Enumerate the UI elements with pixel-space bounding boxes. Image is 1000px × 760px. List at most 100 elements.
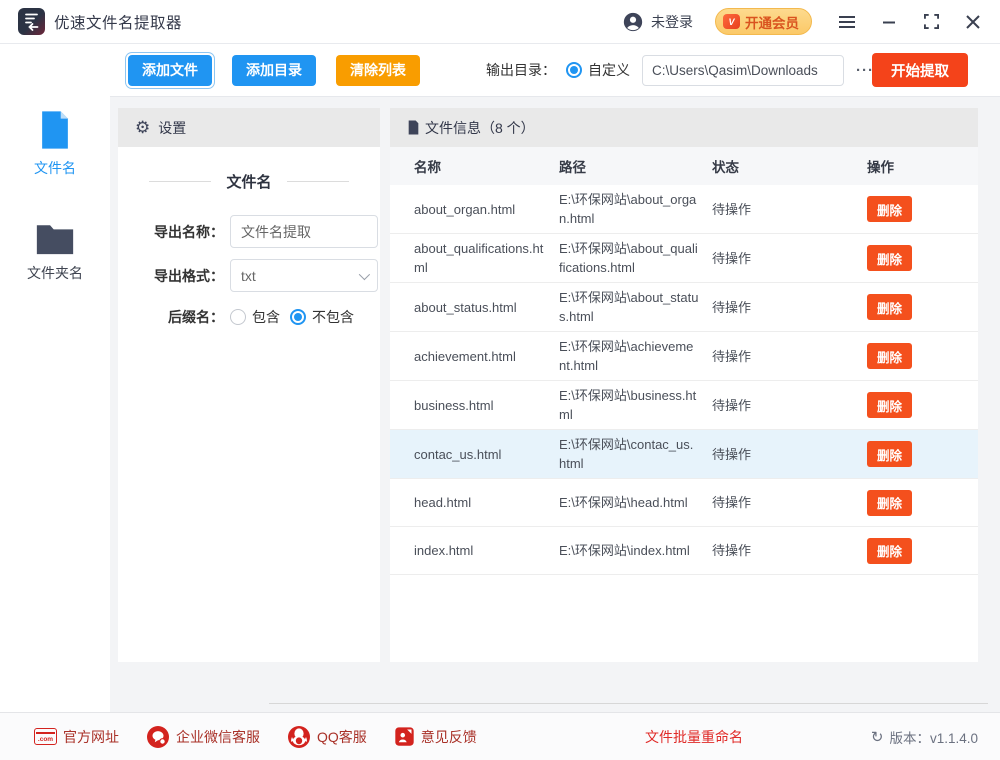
footer-link-label: 官方网址	[63, 727, 119, 747]
file-status-cell: 待操作	[712, 195, 867, 224]
file-status-cell: 待操作	[712, 342, 867, 371]
add-file-button[interactable]: 添加文件	[128, 55, 212, 86]
table-row[interactable]: about_qualifications.html E:\环保网站\about_…	[390, 234, 978, 283]
app-window: 优速文件名提取器 未登录 V 开通会员	[0, 0, 1000, 760]
file-name-cell: index.html	[414, 536, 559, 565]
minimize-button[interactable]	[880, 13, 898, 31]
suffix-label: 后缀名：	[138, 307, 224, 327]
export-name-input[interactable]	[230, 215, 378, 248]
file-name-cell: contac_us.html	[414, 440, 559, 469]
action-cell: 删除	[867, 533, 978, 569]
action-cell: 删除	[867, 240, 978, 276]
column-header-action: 操作	[867, 156, 978, 176]
footer-link-label: 意见反馈	[421, 727, 477, 747]
settings-header-label: 设置	[158, 118, 186, 138]
open-vip-button[interactable]: V 开通会员	[715, 8, 812, 35]
sidebar-item-foldername[interactable]: 文件夹名	[27, 222, 83, 283]
main-content: ⚙ 设置 文件名 导出名称： 导出格式： txt 后缀名：	[110, 97, 1000, 712]
delete-button[interactable]: 删除	[867, 245, 912, 271]
login-status: 未登录	[651, 12, 693, 32]
file-icon	[37, 110, 73, 150]
add-directory-button[interactable]: 添加目录	[232, 55, 316, 86]
toolbar: 添加文件 添加目录 清除列表 输出目录： 自定义 ··· 开始提取	[0, 44, 1000, 97]
wechat-support-link[interactable]: 企业微信客服	[146, 725, 260, 749]
file-info-panel: 文件信息（8 个） 名称 路径 状态 操作 about_organ.html E…	[390, 108, 978, 662]
user-avatar-icon	[622, 11, 644, 33]
file-name-cell: achievement.html	[414, 342, 559, 371]
file-path-cell: E:\环保网站\business.html	[559, 381, 712, 429]
action-cell: 删除	[867, 436, 978, 472]
suffix-exclude-radio[interactable]	[290, 309, 306, 325]
table-row[interactable]: about_organ.html E:\环保网站\about_organ.htm…	[390, 185, 978, 234]
export-name-label: 导出名称：	[138, 222, 224, 242]
column-header-status: 状态	[712, 156, 867, 176]
file-path-cell: E:\环保网站\contac_us.html	[559, 430, 712, 478]
clear-list-button[interactable]: 清除列表	[336, 55, 420, 86]
file-status-cell: 待操作	[712, 488, 867, 517]
delete-button[interactable]: 删除	[867, 343, 912, 369]
horizontal-scroll-track[interactable]	[269, 703, 988, 704]
sidebar: 文件名 文件夹名	[0, 44, 110, 712]
file-name-cell: about_status.html	[414, 293, 559, 322]
delete-button[interactable]: 删除	[867, 490, 912, 516]
feedback-doc-icon	[394, 726, 415, 747]
column-header-name: 名称	[414, 156, 559, 176]
vip-label: 开通会员	[745, 12, 799, 32]
batch-rename-link[interactable]: 文件批量重命名	[645, 727, 743, 747]
settings-panel: ⚙ 设置 文件名 导出名称： 导出格式： txt 后缀名：	[118, 108, 380, 662]
output-path-input[interactable]	[642, 55, 844, 86]
official-site-link[interactable]: .com 官方网址	[34, 727, 119, 747]
app-logo-icon	[18, 8, 45, 35]
document-icon	[407, 120, 420, 135]
feedback-link[interactable]: 意见反馈	[394, 726, 477, 747]
version-box: ↻ 版本：v1.1.4.0	[871, 727, 978, 747]
file-path-cell: E:\环保网站\about_organ.html	[559, 185, 712, 233]
suffix-exclude-label: 不包含	[312, 307, 354, 327]
custom-radio[interactable]	[566, 62, 582, 78]
export-format-label: 导出格式：	[138, 266, 224, 286]
table-row[interactable]: contac_us.html E:\环保网站\contac_us.html 待操…	[390, 430, 978, 479]
delete-button[interactable]: 删除	[867, 294, 912, 320]
user-login[interactable]: 未登录	[622, 11, 693, 33]
suffix-include-label: 包含	[252, 307, 280, 327]
action-cell: 删除	[867, 485, 978, 521]
gear-icon: ⚙	[135, 119, 150, 136]
file-path-cell: E:\环保网站\achievement.html	[559, 332, 712, 380]
delete-button[interactable]: 删除	[867, 441, 912, 467]
delete-button[interactable]: 删除	[867, 196, 912, 222]
sidebar-item-filename[interactable]: 文件名	[34, 110, 76, 178]
refresh-icon[interactable]: ↻	[871, 728, 884, 746]
maximize-button[interactable]	[922, 13, 940, 31]
file-name-cell: business.html	[414, 391, 559, 420]
footer-link-label: 企业微信客服	[176, 727, 260, 747]
version-text: 版本：v1.1.4.0	[889, 727, 978, 747]
table-row[interactable]: achievement.html E:\环保网站\achievement.htm…	[390, 332, 978, 381]
file-status-cell: 待操作	[712, 391, 867, 420]
title-bar: 优速文件名提取器 未登录 V 开通会员	[0, 0, 1000, 44]
table-row[interactable]: index.html E:\环保网站\index.html 待操作 删除	[390, 527, 978, 575]
custom-radio-label: 自定义	[588, 60, 630, 80]
start-extract-button[interactable]: 开始提取	[872, 53, 968, 87]
file-status-cell: 待操作	[712, 293, 867, 322]
action-cell: 删除	[867, 191, 978, 227]
table-header-row: 名称 路径 状态 操作	[390, 147, 978, 185]
export-format-select[interactable]: txt	[230, 259, 378, 292]
suffix-include-radio[interactable]	[230, 309, 246, 325]
file-path-cell: E:\环保网站\index.html	[559, 536, 712, 565]
column-header-path: 路径	[559, 156, 712, 176]
app-title: 优速文件名提取器	[54, 11, 182, 33]
file-status-cell: 待操作	[712, 440, 867, 469]
output-dir-label: 输出目录：	[486, 60, 556, 80]
delete-button[interactable]: 删除	[867, 538, 912, 564]
menu-icon[interactable]	[838, 13, 856, 31]
table-row[interactable]: head.html E:\环保网站\head.html 待操作 删除	[390, 479, 978, 527]
table-row[interactable]: about_status.html E:\环保网站\about_status.h…	[390, 283, 978, 332]
footer-link-label: QQ客服	[317, 727, 367, 747]
table-row[interactable]: business.html E:\环保网站\business.html 待操作 …	[390, 381, 978, 430]
qq-penguin-icon	[287, 725, 311, 749]
footer: .com 官方网址 企业微信客服 QQ客服	[0, 712, 1000, 760]
qq-support-link[interactable]: QQ客服	[287, 725, 367, 749]
close-button[interactable]	[964, 13, 982, 31]
delete-button[interactable]: 删除	[867, 392, 912, 418]
website-com-icon: .com	[34, 728, 57, 745]
